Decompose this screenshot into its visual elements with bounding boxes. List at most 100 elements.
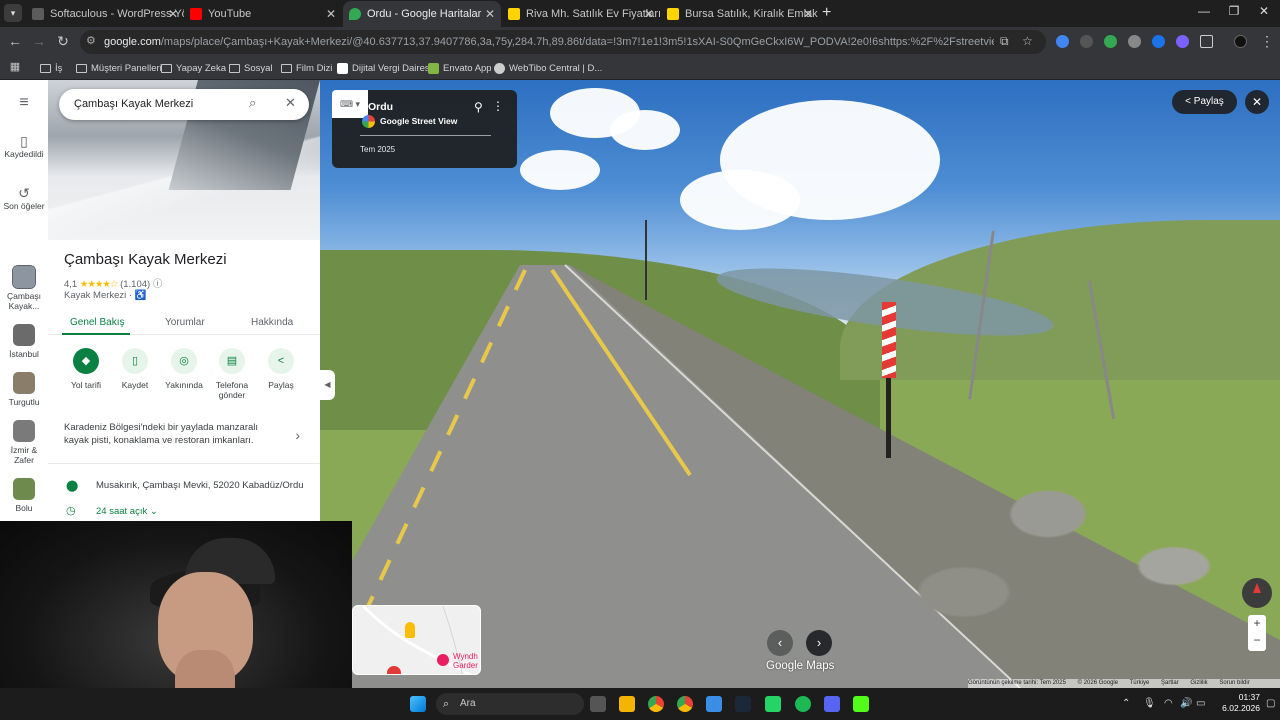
send-to-phone-button[interactable]: ▤ Telefona gönder	[204, 348, 260, 400]
apps-grid-icon[interactable]: ▦	[6, 60, 24, 73]
report-link[interactable]: Sorun bildir	[1219, 680, 1249, 686]
close-tab-icon[interactable]: ✕	[644, 1, 654, 27]
tab-reviews[interactable]: Yorumlar	[165, 317, 205, 328]
rail-saved[interactable]: ▯ Kaydedildi	[0, 134, 48, 159]
close-street-view-icon[interactable]: ✕	[1245, 90, 1269, 114]
chrome-icon[interactable]	[648, 696, 664, 712]
tab-bursa[interactable]: Bursa Satılık, Kiralık Emlak İlanla ✕	[661, 1, 819, 27]
zoom-in-icon[interactable]: +	[1248, 615, 1266, 632]
bookmark-folder[interactable]: Sosyal	[229, 57, 273, 80]
tab-google-maps[interactable]: Ordu - Google Haritalar ✕	[343, 1, 501, 27]
extension-icon[interactable]	[1080, 35, 1093, 48]
reload-icon[interactable]: ↻	[54, 33, 72, 50]
hotel-marker-icon[interactable]	[437, 654, 449, 666]
place-description[interactable]: Karadeniz Bölgesi'ndeki bir yaylada manz…	[64, 421, 284, 447]
whatsapp-icon[interactable]	[765, 696, 781, 712]
chrome-icon[interactable]	[677, 696, 693, 712]
street-view-minimap[interactable]: Wyndh Garder	[352, 605, 481, 675]
zoom-out-icon[interactable]: −	[1248, 632, 1266, 649]
close-tab-icon[interactable]: ✕	[485, 1, 495, 27]
info-icon[interactable]: ⓘ	[153, 279, 163, 290]
back-icon[interactable]: ←	[6, 33, 24, 49]
share-street-view-button[interactable]: < Paylaş	[1172, 90, 1237, 114]
close-tab-icon[interactable]: ✕	[168, 1, 178, 27]
install-app-icon[interactable]: ⧉	[1000, 34, 1009, 49]
rail-recent-turgutlu[interactable]: Turgutlu	[0, 372, 48, 407]
bookmark-link[interactable]: WebTibo Central | D...	[494, 57, 602, 80]
extension-icon[interactable]	[1128, 35, 1141, 48]
url-text[interactable]: google.com/maps/place/Çambaşı+Kayak+Merk…	[104, 30, 994, 54]
tray-overflow-icon[interactable]: ⌃	[1122, 698, 1130, 709]
bookmark-folder[interactable]: Yapay Zeka	[161, 57, 226, 80]
search-icon[interactable]: ⌕	[249, 95, 256, 111]
extension-icon[interactable]	[1056, 35, 1069, 48]
bookmark-folder[interactable]: Film Dizi	[281, 57, 332, 80]
task-view-icon[interactable]	[590, 696, 606, 712]
wifi-icon[interactable]: ◠	[1164, 698, 1173, 709]
previous-image-button[interactable]: ‹	[767, 630, 793, 656]
tab-about[interactable]: Hakkında	[251, 317, 293, 328]
bookmark-link[interactable]: Dijital Vergi Dairesi	[337, 57, 432, 80]
street-view-canvas[interactable]	[320, 80, 1280, 688]
chevron-right-icon[interactable]: ›	[295, 427, 300, 443]
close-tab-icon[interactable]: ✕	[803, 1, 813, 27]
clear-search-icon[interactable]: ✕	[285, 95, 296, 111]
microphone-icon[interactable]: 🎙	[1143, 698, 1156, 709]
battery-icon[interactable]: ▭	[1196, 698, 1205, 709]
more-options-icon[interactable]: ⋮	[492, 99, 504, 113]
region-link[interactable]: Türkiye	[1130, 680, 1150, 686]
browser-menu-icon[interactable]: ⋮	[1258, 33, 1276, 50]
capture-date[interactable]: Tem 2025	[360, 145, 395, 154]
app-icon[interactable]	[706, 696, 722, 712]
extensions-puzzle-icon[interactable]	[1200, 35, 1213, 48]
privacy-link[interactable]: Gizlilik	[1190, 680, 1207, 686]
extension-icon[interactable]	[1152, 35, 1165, 48]
window-close-icon[interactable]: ✕	[1254, 4, 1274, 18]
location-pin-icon[interactable]: ⚲	[474, 100, 483, 114]
bookmark-link[interactable]: Envato App	[428, 57, 492, 80]
share-button[interactable]: < Paylaş	[253, 348, 309, 390]
rail-recent-bolu[interactable]: Bolu	[0, 478, 48, 513]
maps-search-input[interactable]: Çambaşı Kayak Merkezi ⌕ ✕	[59, 89, 309, 120]
rail-recents[interactable]: ↺ Son öğeler	[0, 186, 48, 211]
steam-icon[interactable]	[735, 696, 751, 712]
spotify-icon[interactable]	[795, 696, 811, 712]
restore-icon[interactable]: ❐	[1224, 4, 1244, 18]
review-count[interactable]: (1.104)	[120, 279, 150, 290]
notification-icon[interactable]: ▢	[1266, 698, 1275, 709]
windows-start-icon[interactable]	[410, 696, 426, 712]
directions-button[interactable]: ◆ Yol tarifi	[58, 348, 114, 390]
rail-recent-cambasi[interactable]: Çambaşı Kayak...	[0, 265, 48, 311]
tab-softaculous[interactable]: Softaculous - WordPress Yönet ✕	[26, 1, 184, 27]
kick-icon[interactable]	[853, 696, 869, 712]
extension-icon[interactable]	[1104, 35, 1117, 48]
next-image-button[interactable]: ›	[806, 630, 832, 656]
menu-button[interactable]: ≡	[0, 95, 48, 111]
collapse-panel-button[interactable]: ◀	[320, 370, 335, 400]
tab-youtube[interactable]: YouTube ✕	[184, 1, 342, 27]
keyboard-icon[interactable]: ⌨ ▾	[332, 90, 368, 118]
red-pin-icon[interactable]	[387, 666, 401, 674]
profile-avatar[interactable]	[1234, 35, 1247, 48]
rail-recent-istanbul[interactable]: İstanbul	[0, 324, 48, 359]
forward-icon[interactable]: →	[30, 33, 48, 49]
tab-search-button[interactable]: ▾	[4, 4, 22, 22]
site-info-icon[interactable]: ⚙	[86, 34, 96, 47]
new-tab-icon[interactable]: +	[822, 4, 831, 22]
minimize-icon[interactable]: —	[1194, 4, 1214, 18]
hours-text[interactable]: 24 saat açık ⌄	[96, 506, 158, 517]
terms-link[interactable]: Şartlar	[1161, 680, 1179, 686]
address-text[interactable]: Musakırık, Çambaşı Mevki, 52020 Kabadüz/…	[96, 480, 304, 491]
place-category[interactable]: Kayak Merkezi · ♿	[64, 290, 147, 301]
tab-overview[interactable]: Genel Bakış	[70, 317, 124, 328]
bookmark-folder[interactable]: Müşteri Panelleri	[76, 57, 162, 80]
volume-icon[interactable]: 🔊	[1180, 698, 1192, 709]
rail-recent-izmir[interactable]: İzmir & Zafer	[0, 420, 48, 465]
pegman-icon[interactable]	[405, 622, 415, 638]
discord-icon[interactable]	[824, 696, 840, 712]
extension-icon[interactable]	[1176, 35, 1189, 48]
save-button[interactable]: ▯ Kaydet	[107, 348, 163, 390]
bookmark-star-icon[interactable]: ☆	[1022, 34, 1033, 48]
address-bar[interactable]: ⚙ google.com/maps/place/Çambaşı+Kayak+Me…	[80, 30, 1046, 54]
bookmark-folder[interactable]: İş	[40, 57, 62, 80]
